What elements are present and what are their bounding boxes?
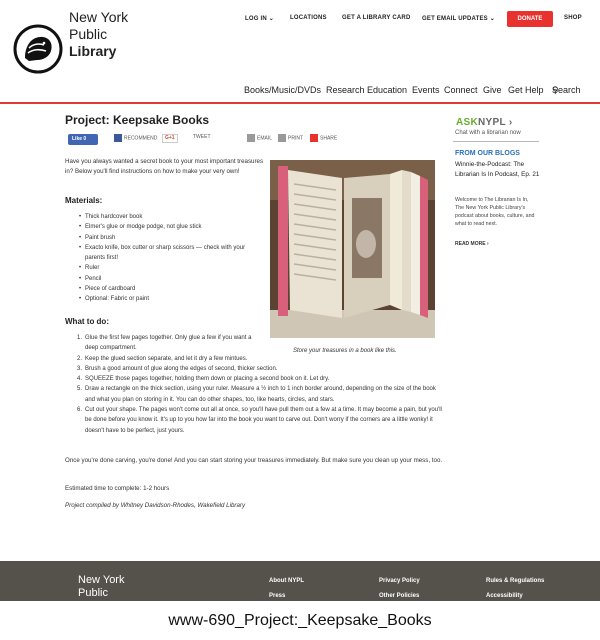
page-title: Project: Keepsake Books <box>65 113 210 127</box>
utility-nav: LOG IN ⌄ LOCATIONS GET A LIBRARY CARD GE… <box>245 11 600 29</box>
carved-book-photo <box>270 160 435 338</box>
footer-link-rules[interactable]: Rules & Regulations <box>486 578 544 584</box>
intro-paragraph: Have you always wanted a secret book to … <box>65 158 264 175</box>
closing-paragraph: Once you're done carving, you're done! A… <box>65 457 443 464</box>
time-estimate: Estimated time to complete: 1-2 hours <box>65 485 170 492</box>
nav-research[interactable]: Research <box>326 85 365 95</box>
email-icon <box>247 134 255 142</box>
list-item: Pencil <box>79 274 257 285</box>
list-item: 4. SQUEEZE those pages together, holding … <box>77 376 330 383</box>
share-button[interactable]: SHARE <box>310 134 337 146</box>
ask-label: ASK <box>456 117 479 128</box>
recommend-button[interactable]: RECOMMEND <box>114 134 157 146</box>
footer-logo-line-2: Public <box>78 587 108 599</box>
nav-connect[interactable]: Connect <box>444 85 478 95</box>
nav-education[interactable]: Education <box>367 85 407 95</box>
nav-give[interactable]: Give <box>483 85 502 95</box>
logo-line-2: Public <box>69 26 108 42</box>
list-item: 2. Keep the glued section separate, and l… <box>77 355 248 362</box>
tweet-button[interactable]: TWEET <box>193 134 211 146</box>
blogs-heading: FROM OUR BLOGS <box>455 150 520 157</box>
materials-heading: Materials: <box>65 196 103 205</box>
list-item: Piece of cardboard <box>79 284 257 295</box>
search-icon: ⚲ <box>552 85 559 95</box>
email-share-button[interactable]: EMAIL <box>247 134 272 146</box>
login-link[interactable]: LOG IN ⌄ <box>245 15 274 22</box>
footer-link-other-policies[interactable]: Other Policies <box>379 593 419 599</box>
list-item: Ruler <box>79 263 257 274</box>
nav-books[interactable]: Books/Music/DVDs <box>244 85 321 95</box>
list-item: 3. Brush a good amount of glue along the … <box>77 365 278 372</box>
print-button[interactable]: PRINT <box>278 134 303 146</box>
email-updates-link[interactable]: GET EMAIL UPDATES ⌄ <box>422 15 495 22</box>
steps-heading: What to do: <box>65 317 109 326</box>
locations-link[interactable]: LOCATIONS <box>290 15 327 21</box>
print-icon <box>278 134 286 142</box>
ask-subtitle[interactable]: Chat with a librarian now <box>455 130 521 136</box>
library-card-link[interactable]: GET A LIBRARY CARD <box>342 15 411 21</box>
print-label: PRINT <box>288 135 303 142</box>
shop-link[interactable]: SHOP <box>564 15 582 21</box>
footer-link-press[interactable]: Press <box>269 593 285 599</box>
footer-logo[interactable]: New York Public <box>78 574 124 600</box>
nav-events[interactable]: Events <box>412 85 440 95</box>
list-item: Exacto knife, box cutter or sharp scisso… <box>79 243 257 264</box>
ask-nypl-link[interactable]: ASKNYPL › <box>456 117 512 128</box>
list-item: 5. Draw a rectangle on the thick section,… <box>77 386 436 403</box>
sidebar-divider <box>453 141 539 142</box>
credit-line: Project compiled by Whitney Davidson-Rho… <box>65 502 246 509</box>
lion-logo-icon[interactable] <box>13 24 63 74</box>
footer-logo-line-1: New York <box>78 574 125 586</box>
site-logo-text[interactable]: New York Public Library <box>69 9 128 60</box>
facebook-icon <box>114 134 122 142</box>
nypl-label: NYPL <box>478 117 506 128</box>
footer-link-about[interactable]: About NYPL <box>269 578 304 584</box>
site-footer: New York Public About NYPL Privacy Polic… <box>0 561 600 601</box>
blog-post-description: Welcome to The Librarian Is In, The New … <box>455 197 535 227</box>
chevron-right-icon: › <box>508 117 513 128</box>
chevron-down-icon: ⌄ <box>489 16 495 22</box>
list-item: 6. Cut out your shape. The pages won't co… <box>77 407 442 434</box>
share-label: SHARE <box>320 135 338 142</box>
facebook-like-button[interactable]: Like 0 <box>68 134 98 145</box>
recommend-label: RECOMMEND <box>124 135 158 142</box>
list-item: Optional: Fabric or paint <box>79 294 257 305</box>
list-item: Elmer's glue or modge podge, not glue st… <box>79 222 257 233</box>
donate-button[interactable]: DONATE <box>507 11 553 27</box>
nav-get-help[interactable]: Get Help <box>508 85 544 95</box>
header-divider <box>0 102 600 104</box>
read-more-link[interactable]: READ MORE › <box>455 241 489 247</box>
email-updates-label: GET EMAIL UPDATES <box>422 16 488 22</box>
email-label: EMAIL <box>257 135 273 142</box>
footer-link-privacy[interactable]: Privacy Policy <box>379 578 420 584</box>
list-item: Paint brush <box>79 233 257 244</box>
page-caption: www-690_Project:_Keepsake_Books <box>0 601 600 640</box>
logo-line-1: New York <box>69 9 129 25</box>
list-item: Thick hardcover book <box>79 212 257 223</box>
list-item: 1. Glue the first few pages together. Onl… <box>77 335 252 352</box>
gplus-button[interactable]: G+1 <box>162 134 178 143</box>
photo-caption: Store your treasures in a book like this… <box>293 348 397 354</box>
materials-list: Thick hardcover book Elmer's glue or mod… <box>79 212 257 305</box>
chevron-down-icon: ⌄ <box>268 16 274 22</box>
footer-link-accessibility[interactable]: Accessibility <box>486 593 523 599</box>
login-label: LOG IN <box>245 16 267 22</box>
share-plus-icon <box>310 134 318 142</box>
logo-line-3: Library <box>69 43 117 59</box>
blog-post-title[interactable]: Winnie-the-Podcast: The Librarian Is In … <box>455 160 545 180</box>
